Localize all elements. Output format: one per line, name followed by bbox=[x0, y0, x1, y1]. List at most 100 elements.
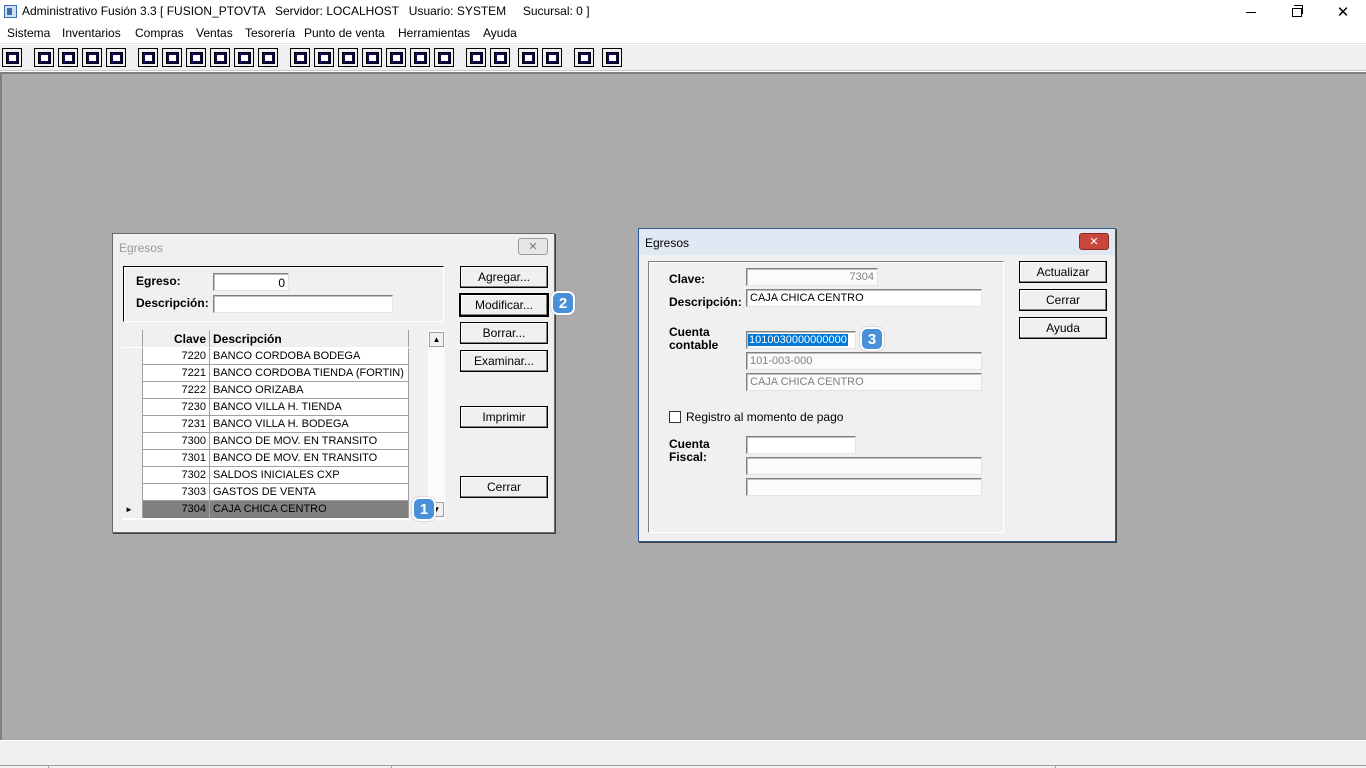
modificar-button[interactable]: Modificar... bbox=[460, 294, 548, 316]
table-button[interactable] bbox=[434, 48, 454, 67]
row-indicator bbox=[122, 416, 143, 433]
document-button[interactable] bbox=[234, 48, 254, 67]
home-button[interactable] bbox=[466, 48, 486, 67]
add-icon bbox=[365, 51, 379, 64]
help-button[interactable] bbox=[602, 48, 622, 67]
import-button[interactable] bbox=[338, 48, 358, 67]
grid-header-row: Clave Descripción bbox=[122, 330, 409, 347]
title-bar: Administrativo Fusión 3.3 [ FUSION_PTOVT… bbox=[0, 0, 1366, 24]
egreso-input[interactable]: 0 bbox=[213, 273, 289, 291]
folder-button[interactable] bbox=[162, 48, 182, 67]
table-row[interactable]: 7222 BANCO ORIZABA bbox=[122, 382, 409, 399]
menu-tesoreria[interactable]: Tesorería bbox=[244, 26, 296, 40]
add-button[interactable] bbox=[362, 48, 382, 67]
column-header-clave[interactable]: Clave bbox=[143, 330, 210, 347]
user-button[interactable] bbox=[138, 48, 158, 67]
column-header-descripcion[interactable]: Descripción bbox=[210, 330, 409, 347]
table-row[interactable]: 7303 GASTOS DE VENTA bbox=[122, 484, 409, 501]
descripcion-detail-input[interactable]: CAJA CHICA CENTRO bbox=[746, 289, 982, 307]
cell-descripcion: BANCO DE MOV. EN TRANSITO bbox=[210, 450, 409, 467]
descripcion-input[interactable] bbox=[213, 295, 393, 313]
examinar-button[interactable]: Examinar... bbox=[460, 350, 548, 372]
back-button[interactable] bbox=[574, 48, 594, 67]
cuenta-fiscal-label-2: Fiscal: bbox=[669, 450, 708, 464]
list-button[interactable] bbox=[258, 48, 278, 67]
menu-ventas[interactable]: Ventas bbox=[195, 26, 234, 40]
cuenta-contable-input[interactable]: 1010030000000000 bbox=[746, 331, 856, 349]
egreso-label: Egreso: bbox=[136, 274, 181, 288]
money-button[interactable] bbox=[386, 48, 406, 67]
refresh-button[interactable] bbox=[518, 48, 538, 67]
app-icon bbox=[4, 5, 17, 18]
cerrar-list-button[interactable]: Cerrar bbox=[460, 476, 548, 498]
table-row[interactable]: 7300 BANCO DE MOV. EN TRANSITO bbox=[122, 433, 409, 450]
money-icon bbox=[389, 51, 403, 64]
undo-button[interactable] bbox=[542, 48, 562, 67]
cell-descripcion: GASTOS DE VENTA bbox=[210, 484, 409, 501]
import-icon bbox=[341, 51, 355, 64]
box-button[interactable] bbox=[314, 48, 334, 67]
restore-button[interactable] bbox=[1274, 0, 1320, 24]
cuenta-fiscal-input[interactable] bbox=[746, 436, 856, 454]
menu-inventarios[interactable]: Inventarios bbox=[61, 26, 122, 40]
cell-clave: 7300 bbox=[143, 433, 210, 450]
cuenta-formatted-field: 101-003-000 bbox=[746, 352, 982, 370]
cell-descripcion: SALDOS INICIALES CXP bbox=[210, 467, 409, 484]
menu-ayuda[interactable]: Ayuda bbox=[482, 26, 518, 40]
dialog-close-button[interactable]: ✕ bbox=[518, 238, 548, 255]
egresos-grid[interactable]: Clave Descripción 7220 BANCO CORDOBA BODE… bbox=[122, 330, 409, 520]
table-row[interactable]: 7220 BANCO CORDOBA BODEGA bbox=[122, 348, 409, 365]
cerrar-detail-button[interactable]: Cerrar bbox=[1019, 289, 1107, 311]
table-row[interactable]: 7231 BANCO VILLA H. BODEGA bbox=[122, 416, 409, 433]
registro-checkbox[interactable] bbox=[669, 411, 681, 423]
table-row-selected[interactable]: ► 7304 CAJA CHICA CENTRO bbox=[122, 501, 409, 518]
ayuda-button[interactable]: Ayuda bbox=[1019, 317, 1107, 339]
grid-header-indicator bbox=[122, 330, 143, 347]
dialog-title-bar: Egresos ✕ bbox=[113, 234, 554, 260]
scroll-up-button[interactable]: ▲ bbox=[429, 332, 444, 347]
menu-compras[interactable]: Compras bbox=[134, 26, 185, 40]
cell-descripcion: BANCO VILLA H. TIENDA bbox=[210, 399, 409, 416]
arrow-up-icon: ▲ bbox=[432, 335, 441, 344]
cell-clave: 7303 bbox=[143, 484, 210, 501]
report-button[interactable] bbox=[410, 48, 430, 67]
imprimir-button[interactable]: Imprimir bbox=[460, 406, 548, 428]
print-preview-icon bbox=[189, 51, 203, 64]
menu-herramientas[interactable]: Herramientas bbox=[397, 26, 471, 40]
close-window-button[interactable]: ✕ bbox=[1320, 0, 1366, 24]
row-indicator bbox=[122, 450, 143, 467]
clipboard-button[interactable] bbox=[58, 48, 78, 67]
row-indicator bbox=[122, 399, 143, 416]
borrar-button[interactable]: Borrar... bbox=[460, 322, 548, 344]
menu-punto-de-venta[interactable]: Punto de venta bbox=[303, 26, 386, 40]
grid-scrollbar[interactable]: ▲ ▼ bbox=[428, 330, 445, 520]
cuenta-contable-selected-text: 1010030000000000 bbox=[748, 334, 848, 346]
table-row[interactable]: 7230 BANCO VILLA H. TIENDA bbox=[122, 399, 409, 416]
step-badge-1: 1 bbox=[412, 497, 436, 521]
actualizar-button[interactable]: Actualizar bbox=[1019, 261, 1107, 283]
search-button[interactable] bbox=[106, 48, 126, 67]
cuenta-nombre-field: CAJA CHICA CENTRO bbox=[746, 373, 982, 391]
cell-descripcion: BANCO ORIZABA bbox=[210, 382, 409, 399]
print-button[interactable] bbox=[210, 48, 230, 67]
search-icon bbox=[109, 51, 123, 64]
print-preview-button[interactable] bbox=[186, 48, 206, 67]
split-button[interactable] bbox=[290, 48, 310, 67]
copy-button[interactable] bbox=[34, 48, 54, 67]
table-row[interactable]: 7301 BANCO DE MOV. EN TRANSITO bbox=[122, 450, 409, 467]
menu-sistema[interactable]: Sistema bbox=[6, 26, 51, 40]
table-row[interactable]: 7302 SALDOS INICIALES CXP bbox=[122, 467, 409, 484]
box-icon bbox=[317, 51, 331, 64]
transfer-button[interactable] bbox=[82, 48, 102, 67]
toolbar bbox=[0, 45, 1366, 71]
minimize-button[interactable] bbox=[1228, 0, 1274, 24]
restore-icon bbox=[1292, 4, 1303, 17]
row-indicator bbox=[122, 382, 143, 399]
table-row[interactable]: 7221 BANCO CORDOBA TIENDA (FORTIN) bbox=[122, 365, 409, 382]
dialog-close-button[interactable]: ✕ bbox=[1079, 233, 1109, 250]
table-icon bbox=[437, 51, 451, 64]
close-icon: ✕ bbox=[1336, 3, 1350, 21]
zoom-button[interactable] bbox=[490, 48, 510, 67]
agregar-button[interactable]: Agregar... bbox=[460, 266, 548, 288]
calculator-button[interactable] bbox=[2, 48, 22, 67]
